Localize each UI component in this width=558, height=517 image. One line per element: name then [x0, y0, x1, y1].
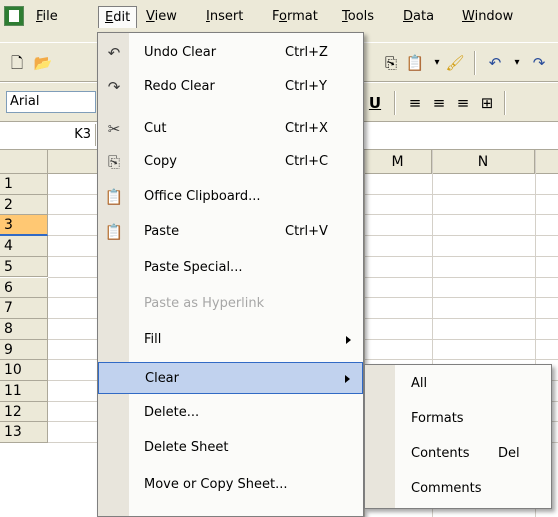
clear-item-formats[interactable]: Formats [365, 402, 551, 435]
excel-app-icon[interactable] [4, 6, 24, 26]
menu-item-label: Paste [144, 224, 180, 239]
column-header[interactable] [535, 150, 558, 174]
menu-item-cut[interactable]: ✂ Cut Ctrl+X [98, 113, 363, 145]
row-header[interactable]: 12 [0, 401, 48, 423]
scissors-icon: ✂ [107, 120, 121, 138]
paste-toolbar-icon[interactable]: 📋 [404, 53, 426, 73]
toolbar-separator [474, 51, 475, 75]
row-header[interactable]: 11 [0, 381, 48, 402]
edit-menu: ↶ Undo Clear Ctrl+Z ↷ Redo Clear Ctrl+Y ✂ Cut Ct… [97, 32, 364, 517]
redo-icon: ↷ [107, 78, 121, 96]
row-header[interactable]: 6 [0, 277, 48, 299]
row-header[interactable]: 13 [0, 422, 48, 444]
menu-item-fill[interactable]: Fill [98, 324, 363, 356]
menu-insert[interactable]: Insert [200, 6, 249, 28]
row-header[interactable]: 2 [0, 194, 48, 216]
redo-toolbar-icon[interactable]: ↷ [528, 53, 550, 73]
font-name-field[interactable]: Arial [6, 91, 96, 113]
menu-item-label: Office Clipboard... [144, 189, 261, 204]
menu-item-shortcut: Del [498, 446, 520, 461]
align-right-icon[interactable]: ≡ [452, 93, 474, 113]
menu-window[interactable]: Window [456, 6, 519, 28]
menu-item-shortcut: Ctrl+V [285, 224, 328, 239]
menu-item-label: Paste Special... [144, 260, 243, 275]
row-header[interactable]: 8 [0, 318, 48, 340]
copy-toolbar-icon[interactable]: ⎘ [380, 53, 402, 73]
menu-data[interactable]: Data [397, 6, 440, 28]
column-header-n[interactable]: N [432, 150, 535, 174]
menu-item-label: Delete... [144, 405, 200, 420]
menu-item-delete[interactable]: Delete... [98, 397, 363, 429]
menu-item-label: Paste as Hyperlink [144, 296, 265, 311]
submenu-arrow-icon [346, 336, 351, 344]
clear-item-contents[interactable]: Contents Del [365, 437, 551, 470]
menu-file[interactable]: File [30, 6, 64, 28]
align-center-icon[interactable]: ≡ [428, 93, 450, 113]
merge-center-icon[interactable]: ⊞ [476, 93, 498, 113]
underline-icon[interactable]: U [364, 93, 386, 113]
menu-item-copy[interactable]: ⎘ Copy Ctrl+C [98, 146, 363, 178]
menu-format[interactable]: Format [266, 6, 324, 28]
menu-item-label: Copy [144, 154, 177, 169]
column-header-m[interactable]: M [364, 150, 432, 174]
row-header[interactable]: 10 [0, 360, 48, 381]
clear-item-all[interactable]: All [365, 367, 551, 400]
paste-icon: 📋 [104, 223, 124, 241]
name-box[interactable]: K3 [0, 124, 96, 146]
row-header[interactable]: 3 [0, 215, 48, 237]
clipboard-icon: 📋 [104, 188, 124, 206]
align-left-icon[interactable]: ≡ [404, 93, 426, 113]
row-header[interactable]: 7 [0, 298, 48, 319]
menu-item-shortcut: Ctrl+Y [285, 79, 327, 94]
menu-item-shortcut: Ctrl+X [285, 121, 328, 136]
menu-item-label: Delete Sheet [144, 440, 229, 455]
menu-item-label: Redo Clear [144, 79, 215, 94]
row-header[interactable]: 4 [0, 236, 48, 257]
menu-item-label: Contents [411, 446, 470, 461]
menu-item-label: Fill [144, 332, 162, 347]
menu-item-label: Cut [144, 121, 167, 136]
menu-item-clear[interactable]: Clear [98, 362, 363, 394]
menu-item-paste-special[interactable]: Paste Special... [98, 252, 363, 284]
menu-item-paste-as-hyperlink: Paste as Hyperlink [98, 288, 363, 320]
format-painter-icon[interactable]: 🖌 [444, 53, 466, 73]
menu-item-delete-sheet[interactable]: Delete Sheet [98, 432, 363, 464]
new-document-icon[interactable]: 🗋 [6, 53, 28, 73]
menu-item-office-clipboard[interactable]: 📋 Office Clipboard... [98, 181, 363, 213]
clear-submenu: All Formats Contents Del Comments [364, 364, 552, 509]
submenu-arrow-icon [345, 375, 350, 383]
menu-item-label: All [411, 376, 428, 391]
toolbar-separator [504, 91, 505, 115]
menu-item-label: Clear [145, 371, 179, 386]
row-header[interactable]: 5 [0, 256, 48, 278]
undo-icon: ↶ [107, 44, 121, 62]
menu-item-shortcut: Ctrl+Z [285, 45, 328, 60]
menu-item-paste[interactable]: 📋 Paste Ctrl+V [98, 216, 363, 248]
undo-dropdown-icon[interactable]: ▾ [506, 53, 528, 73]
copy-icon: ⎘ [107, 153, 120, 171]
toolbar-separator [394, 91, 395, 115]
row-header[interactable]: 1 [0, 174, 48, 195]
menu-item-redo-clear[interactable]: ↷ Redo Clear Ctrl+Y [98, 71, 363, 103]
menu-item-move-or-copy-sheet[interactable]: Move or Copy Sheet... [98, 469, 363, 501]
menu-item-label: Formats [411, 411, 464, 426]
menu-view[interactable]: View [140, 6, 183, 28]
clear-item-comments[interactable]: Comments [365, 472, 551, 505]
menu-item-shortcut: Ctrl+C [285, 154, 329, 169]
select-all-corner[interactable] [0, 150, 48, 174]
menu-item-label: Comments [411, 481, 482, 496]
menu-item-label: Undo Clear [144, 45, 217, 60]
open-folder-icon[interactable]: 📂 [32, 53, 54, 73]
menu-edit[interactable]: Edit [98, 6, 138, 28]
undo-toolbar-icon[interactable]: ↶ [484, 53, 506, 73]
menu-tools[interactable]: Tools [336, 6, 380, 28]
menu-bar: File Edit View Insert Format Tools Data … [0, 0, 558, 32]
menu-item-label: Move or Copy Sheet... [144, 477, 288, 492]
menu-item-undo-clear[interactable]: ↶ Undo Clear Ctrl+Z [98, 37, 363, 69]
row-header[interactable]: 9 [0, 339, 48, 361]
